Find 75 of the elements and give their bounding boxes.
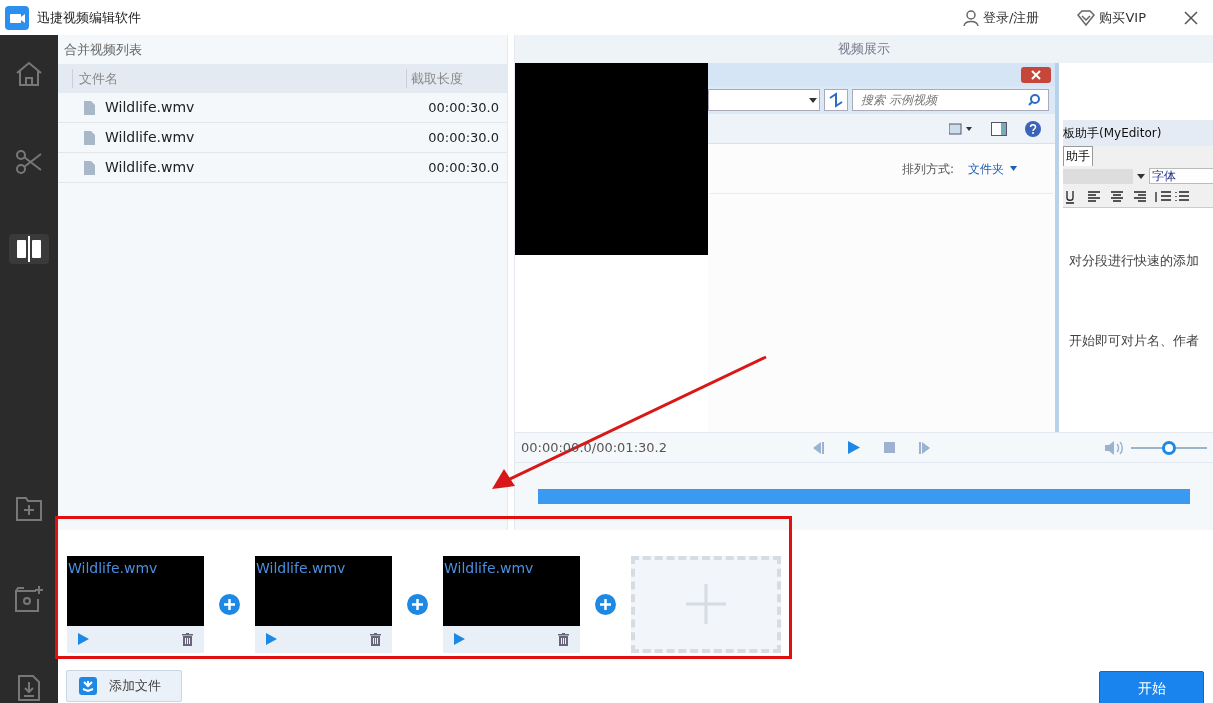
address-field[interactable] [708, 89, 820, 111]
table-cell-text: Wildlife.wmv [105, 128, 196, 147]
table-row[interactable]: Wildlife.wmv 00:00:30.0 [58, 123, 507, 153]
trash-icon[interactable] [558, 632, 569, 646]
file-icon [84, 130, 95, 145]
caret-icon [1137, 173, 1145, 179]
caret-icon [809, 97, 817, 103]
header-link[interactable]: 登录/注册 [963, 7, 1040, 28]
import-icon [79, 677, 97, 695]
table-cell-text: 00:00:30.0 [428, 98, 499, 117]
clip-card[interactable]: Wildlife.wmv [67, 555, 204, 653]
font-size-field[interactable] [1063, 168, 1133, 184]
table-row[interactable]: Wildlife.wmv 00:00:30.0 [58, 93, 507, 123]
trash-icon[interactable] [182, 632, 193, 646]
folder-plus-icon[interactable] [15, 495, 43, 522]
volume-slider[interactable] [1131, 439, 1207, 456]
clip-name: Wildlife.wmv [443, 559, 534, 576]
sort-label: 排列方式: [901, 160, 954, 178]
font-field[interactable]: 字体 [1149, 168, 1213, 184]
table-row[interactable]: Wildlife.wmv 00:00:30.0 [58, 153, 507, 183]
add-file-button[interactable]: 添加文件 [66, 670, 182, 702]
image-view-icon[interactable] [949, 122, 973, 135]
search-field[interactable]: 搜索 示例视频 [852, 89, 1049, 111]
table-cell-text: Wildlife.wmv [105, 158, 196, 177]
search-icon [1028, 94, 1040, 106]
panel-title: 合并视频列表 [64, 40, 142, 59]
volume-icon[interactable] [1105, 439, 1125, 456]
sort-dropdown[interactable]: 文件夹 [968, 159, 1017, 178]
trash-icon[interactable] [370, 632, 381, 646]
header-link[interactable]: 购买VIP [1077, 7, 1146, 28]
panel-title: 视频展示 [838, 40, 890, 59]
play-icon[interactable] [266, 633, 277, 646]
close-icon[interactable] [1184, 10, 1198, 25]
add-clip-placeholder[interactable] [631, 555, 781, 653]
table-cell-text: 00:00:30.0 [428, 128, 499, 147]
caret-icon [1010, 166, 1017, 171]
close-icon[interactable] [1021, 66, 1051, 83]
play-icon[interactable] [848, 441, 860, 454]
add-circle-icon[interactable] [407, 593, 428, 615]
previous-icon[interactable] [811, 441, 824, 454]
scissors-icon[interactable] [15, 149, 43, 174]
window-title: 迅捷视频编辑软件 [37, 8, 141, 27]
plus-icon [686, 584, 726, 625]
play-icon[interactable] [454, 633, 465, 646]
table-cell-text: Wildlife.wmv [105, 98, 196, 117]
clip-card[interactable]: Wildlife.wmv [443, 555, 580, 653]
file-icon [84, 160, 95, 175]
editor-tab[interactable]: 助手 [1063, 146, 1093, 166]
play-icon[interactable] [78, 633, 89, 646]
slider-thumb[interactable] [1162, 440, 1176, 455]
column-header: 文件名 [72, 68, 406, 89]
column-header: 截取长度 [406, 68, 463, 89]
editor-title: 板助手(MyEditor) [1063, 125, 1162, 142]
home-icon[interactable] [15, 60, 43, 87]
app-logo-icon [5, 5, 29, 30]
user-icon [963, 9, 980, 26]
start-button[interactable]: 开始 [1099, 671, 1204, 703]
sidebar-item[interactable] [9, 234, 49, 264]
diamond-icon [1077, 9, 1096, 26]
download-file-icon[interactable] [17, 674, 41, 703]
add-circle-icon[interactable] [595, 593, 616, 615]
editor-text: 对分段进行快速的添加 [1069, 253, 1199, 268]
file-icon [84, 100, 95, 115]
progress-bar[interactable] [538, 489, 1190, 505]
editor-text: 开始即可对片名、作者 [1069, 333, 1199, 348]
next-icon[interactable] [919, 441, 932, 454]
pane-icon[interactable] [991, 121, 1007, 136]
clip-card[interactable]: Wildlife.wmv [255, 555, 392, 653]
search-placeholder: 搜索 示例视频 [861, 92, 937, 109]
clip-name: Wildlife.wmv [255, 559, 346, 576]
table-cell-text: 00:00:30.0 [428, 158, 499, 177]
add-circle-icon[interactable] [219, 593, 240, 615]
help-icon[interactable] [1025, 120, 1041, 137]
clip-name: Wildlife.wmv [67, 559, 158, 576]
merge-icon[interactable] [15, 235, 43, 264]
